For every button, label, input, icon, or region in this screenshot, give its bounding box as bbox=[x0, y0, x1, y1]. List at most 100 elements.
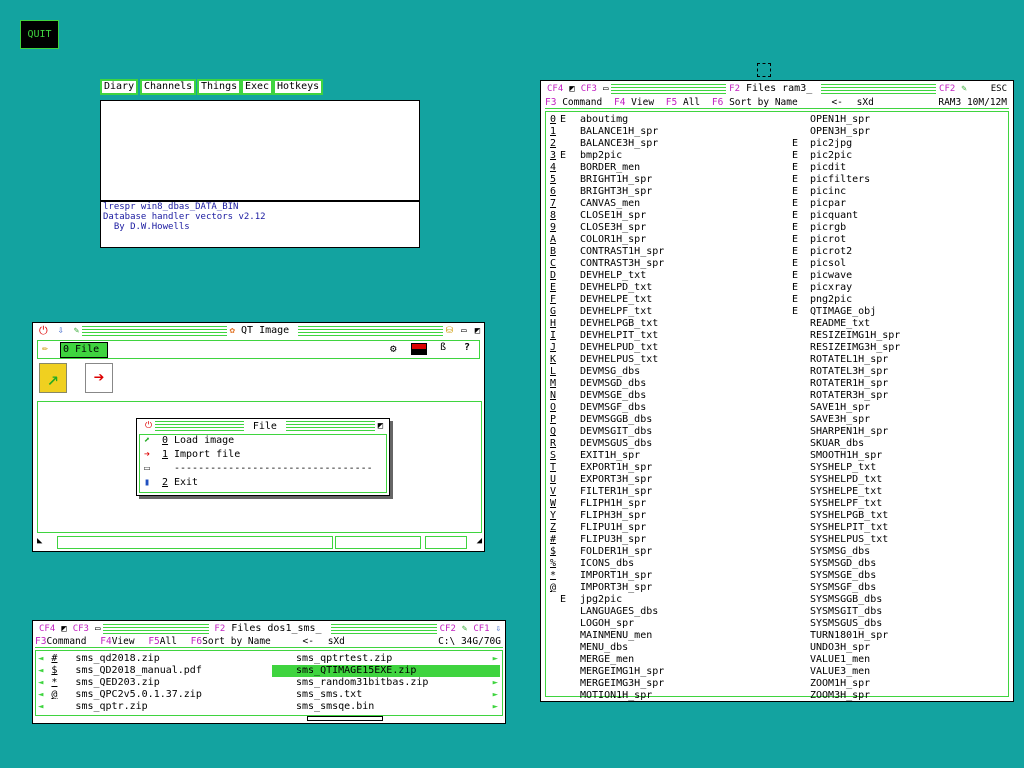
list-item[interactable]: ◄ @ sms_QPC2v5.0.1.37.zip bbox=[38, 689, 268, 701]
list-item[interactable]: README_txt bbox=[792, 318, 1006, 330]
list-item[interactable]: S EXIT1H_spr bbox=[550, 450, 780, 462]
list-item[interactable]: Epicwave bbox=[792, 270, 1006, 282]
arrow-down-icon[interactable]: ⇩ bbox=[58, 325, 64, 336]
list-item[interactable]: R DEVMSGUS_dbs bbox=[550, 438, 780, 450]
list-item[interactable]: J DEVHELPUD_txt bbox=[550, 342, 780, 354]
list-item[interactable]: MERGE_men bbox=[550, 654, 780, 666]
list-item[interactable]: SYSMSGD_dbs bbox=[792, 558, 1006, 570]
cf4-button[interactable]: CF4 bbox=[547, 84, 563, 94]
list-item[interactable]: ZOOM1H_spr bbox=[792, 678, 1006, 690]
list-item[interactable]: W FLIPH1H_spr bbox=[550, 498, 780, 510]
cf3-button[interactable]: CF3 bbox=[581, 84, 597, 94]
list-item[interactable]: Epicrgb bbox=[792, 222, 1006, 234]
list-item[interactable]: Epicquant bbox=[792, 210, 1006, 222]
list-item[interactable]: Epicsol bbox=[792, 258, 1006, 270]
list-item[interactable]: SYSMSGIT_dbs bbox=[792, 606, 1006, 618]
list-item[interactable]: 8 CLOSE1H_spr bbox=[550, 210, 780, 222]
list-item[interactable]: # FLIPU3H_spr bbox=[550, 534, 780, 546]
list-item[interactable]: MERGEIMG1H_spr bbox=[550, 666, 780, 678]
quit-button[interactable]: QUIT bbox=[20, 20, 59, 49]
folder-icon[interactable]: ⛁ bbox=[446, 326, 454, 336]
window-icon[interactable]: ◩ bbox=[569, 84, 574, 94]
list-item[interactable]: sms_qptrtest.zip ► bbox=[272, 653, 500, 665]
settings-icon[interactable]: ⚙ bbox=[390, 342, 397, 355]
resize-handle[interactable]: ◣ bbox=[37, 536, 42, 546]
menu-item[interactable]: ▮ 2 Exit bbox=[144, 477, 198, 489]
pencil-icon[interactable]: ✏ bbox=[42, 343, 48, 354]
list-item[interactable]: ◄ $ sms_QD2018_manual.pdf bbox=[38, 665, 268, 677]
window-icon[interactable]: ◩ bbox=[61, 624, 66, 634]
list-item[interactable]: C CONTRAST3H_spr bbox=[550, 258, 780, 270]
pointer-icon[interactable]: ✎ bbox=[74, 326, 79, 336]
list-item[interactable]: OPEN1H_spr bbox=[792, 114, 1006, 126]
list-item[interactable]: P DEVMSGGB_dbs bbox=[550, 414, 780, 426]
list-item[interactable]: 4 BORDER_men bbox=[550, 162, 780, 174]
list-item[interactable]: 9 CLOSE3H_spr bbox=[550, 222, 780, 234]
list-item[interactable]: N DEVMSGE_dbs bbox=[550, 390, 780, 402]
list-item[interactable]: SYSMSGE_dbs bbox=[792, 570, 1006, 582]
list-item[interactable]: ROTATER3H_spr bbox=[792, 390, 1006, 402]
list-item[interactable]: Epicrot2 bbox=[792, 246, 1006, 258]
menu-item[interactable]: ➔ 1 Import file bbox=[144, 449, 240, 461]
list-item[interactable]: SAVE1H_spr bbox=[792, 402, 1006, 414]
cf1-button[interactable]: CF1 bbox=[473, 624, 489, 634]
all-menu[interactable]: All bbox=[683, 97, 700, 108]
list-item[interactable]: O DEVMSGF_dbs bbox=[550, 402, 780, 414]
list-item[interactable]: 3 Ebmp2pic bbox=[550, 150, 780, 162]
cf2-button[interactable]: CF2 bbox=[440, 624, 456, 634]
list-item[interactable]: @ IMPORT3H_spr bbox=[550, 582, 780, 594]
list-item[interactable]: sms_QTIMAGE15EXE.zip ► bbox=[272, 665, 500, 677]
list-item[interactable]: SYSHELPE_txt bbox=[792, 486, 1006, 498]
move-icon[interactable]: ▭ bbox=[461, 326, 466, 336]
list-item[interactable]: E QTIMAGE_obj bbox=[792, 306, 1006, 318]
list-item[interactable]: TURN1801H_spr bbox=[792, 630, 1006, 642]
sort-menu[interactable]: Sort by Name bbox=[202, 636, 271, 647]
sort-menu[interactable]: Sort by Name bbox=[729, 97, 798, 108]
import-file-icon[interactable]: ➔ bbox=[85, 363, 113, 393]
list-item[interactable]: LOGOH_spr bbox=[550, 618, 780, 630]
load-image-icon[interactable]: ↗ bbox=[39, 363, 67, 393]
list-item[interactable]: MOTION1H_spr bbox=[550, 690, 780, 702]
list-item[interactable]: UNDO3H_spr bbox=[792, 642, 1006, 654]
list-item[interactable]: Epicrot bbox=[792, 234, 1006, 246]
sxd-button[interactable]: sXd bbox=[857, 97, 874, 108]
command-menu[interactable]: Command bbox=[46, 636, 86, 647]
cf4-button[interactable]: CF4 bbox=[39, 624, 55, 634]
scrollbar[interactable] bbox=[307, 716, 383, 721]
list-item[interactable]: ROTATEL1H_spr bbox=[792, 354, 1006, 366]
all-menu[interactable]: All bbox=[160, 636, 177, 647]
list-item[interactable]: SMOOTH1H_spr bbox=[792, 450, 1006, 462]
list-item[interactable]: ROTATER1H_spr bbox=[792, 378, 1006, 390]
list-item[interactable]: VALUE3_men bbox=[792, 666, 1006, 678]
list-item[interactable]: SHARPEN1H_spr bbox=[792, 426, 1006, 438]
list-item[interactable]: MERGEIMG3H_spr bbox=[550, 678, 780, 690]
list-item[interactable]: SYSHELPIT_txt bbox=[792, 522, 1006, 534]
list-item[interactable]: 0 Eaboutimg bbox=[550, 114, 780, 126]
list-item[interactable]: A COLOR1H_spr bbox=[550, 234, 780, 246]
palette-icon[interactable] bbox=[411, 343, 427, 355]
list-item[interactable]: RESIZEIMG3H_spr bbox=[792, 342, 1006, 354]
list-item[interactable]: 7 CANVAS_men bbox=[550, 198, 780, 210]
list-item[interactable]: LANGUAGES_dbs bbox=[550, 606, 780, 618]
resize-icon[interactable]: ◩ bbox=[475, 326, 480, 336]
cf2-button[interactable]: CF2 bbox=[939, 84, 955, 94]
list-item[interactable]: * IMPORT1H_spr bbox=[550, 570, 780, 582]
list-item[interactable]: sms_sms.txt ► bbox=[272, 689, 500, 701]
list-item[interactable]: Epicxray bbox=[792, 282, 1006, 294]
cf3-button[interactable]: CF3 bbox=[73, 624, 89, 634]
list-item[interactable]: D DEVHELP_txt bbox=[550, 270, 780, 282]
move-icon[interactable]: ◩ bbox=[378, 421, 383, 431]
list-item[interactable]: SYSMSGUS_dbs bbox=[792, 618, 1006, 630]
list-item[interactable]: OPEN3H_spr bbox=[792, 126, 1006, 138]
sxd-button[interactable]: sXd bbox=[328, 636, 345, 647]
list-item[interactable]: M DEVMSGD_dbs bbox=[550, 378, 780, 390]
list-item[interactable]: Q DEVMSGIT_dbs bbox=[550, 426, 780, 438]
list-item[interactable]: SKUAR_dbs bbox=[792, 438, 1006, 450]
list-item[interactable]: Epng2pic bbox=[792, 294, 1006, 306]
list-item[interactable]: sms_random31bitbas.zip ► bbox=[272, 677, 500, 689]
back-button[interactable]: <- bbox=[831, 97, 842, 108]
list-item[interactable]: SAVE3H_spr bbox=[792, 414, 1006, 426]
list-item[interactable]: SYSHELPD_txt bbox=[792, 474, 1006, 486]
list-item[interactable]: E DEVHELPD_txt bbox=[550, 282, 780, 294]
menu-item[interactable]: ⬈ 0 Load image bbox=[144, 435, 234, 447]
